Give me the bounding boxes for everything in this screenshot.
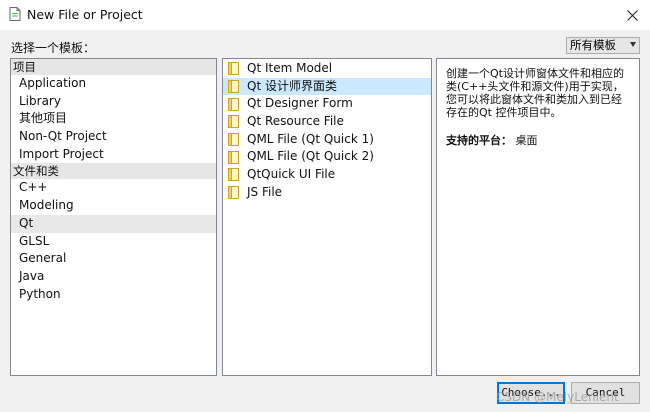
folder-icon	[228, 186, 239, 200]
template-item-label: Qt Item Model	[247, 61, 333, 75]
qt-creator-icon	[9, 7, 21, 21]
folder-icon	[228, 97, 239, 111]
category-item-other-project[interactable]: 其他项目	[11, 110, 216, 128]
category-item-application[interactable]: Application	[11, 75, 216, 93]
category-item-modeling[interactable]: Modeling	[11, 197, 216, 215]
template-item[interactable]: QML File (Qt Quick 1)	[223, 131, 431, 149]
category-item-qt[interactable]: Qt	[11, 214, 216, 233]
category-item-library[interactable]: Library	[11, 93, 216, 111]
template-item[interactable]: QtQuick UI File	[223, 166, 431, 184]
template-filter-value: 所有模板	[570, 38, 616, 52]
cancel-button[interactable]: Cancel	[571, 382, 640, 404]
chevron-down-icon	[630, 42, 636, 47]
template-item-label: QtQuick UI File	[247, 167, 336, 182]
category-list[interactable]: 项目 Application Library 其他项目 Non-Qt Proje…	[10, 58, 217, 376]
template-item-selected[interactable]: Qt 设计师界面类	[223, 77, 431, 96]
template-item-label: Qt 设计师界面类	[247, 78, 337, 93]
template-item-label: QML File (Qt Quick 1)	[247, 131, 374, 146]
close-icon[interactable]	[620, 4, 644, 26]
description-line: 您可以将此窗体文件和类加入到已经	[446, 93, 622, 106]
choose-button[interactable]: Choose...	[497, 382, 565, 404]
category-item-import-project[interactable]: Import Project	[11, 146, 216, 164]
template-item[interactable]: Qt Designer Form	[223, 95, 431, 113]
category-item-general[interactable]: General	[11, 250, 216, 268]
template-list[interactable]: Qt Item Model Qt 设计师界面类 Qt Designer Form…	[222, 58, 432, 376]
template-item[interactable]: Qt Resource File	[223, 113, 431, 131]
platform-label: 支持的平台：	[446, 134, 512, 147]
template-item-label: QML File (Qt Quick 2)	[247, 149, 374, 164]
template-item-label: Qt Resource File	[247, 114, 344, 129]
folder-icon	[228, 115, 239, 129]
template-item[interactable]: QML File (Qt Quick 2)	[223, 148, 431, 166]
folder-icon	[228, 80, 239, 94]
category-item-glsl[interactable]: GLSL	[11, 233, 216, 251]
template-item-label: JS File	[247, 184, 283, 199]
folder-icon	[228, 168, 239, 182]
category-item-cpp[interactable]: C++	[11, 179, 216, 197]
description-line: 存在的Qt 控件项目中。	[446, 106, 562, 119]
platform-value: 桌面	[515, 134, 538, 147]
template-prompt-label: 选择一个模板：	[11, 41, 96, 55]
description-line: 创建一个Qt设计师窗体文件和相应的	[446, 67, 624, 80]
template-item[interactable]: JS File	[223, 184, 431, 202]
supported-platforms: 支持的平台： 桌面	[446, 132, 538, 148]
category-item-non-qt-project[interactable]: Non-Qt Project	[11, 128, 216, 146]
template-item-label: Qt Designer Form	[247, 96, 353, 111]
description-line: 类(C++头文件和源文件)用于实现，	[446, 80, 624, 93]
category-item-python[interactable]: Python	[11, 286, 216, 304]
template-item[interactable]: Qt Item Model	[223, 60, 431, 78]
category-group-header: 文件和类	[11, 163, 216, 180]
template-filter-dropdown[interactable]: 所有模板	[566, 37, 640, 54]
window-title: New File or Project	[27, 7, 143, 22]
template-description-panel: 创建一个Qt设计师窗体文件和相应的 类(C++头文件和源文件)用于实现， 您可以…	[436, 58, 640, 376]
title-bar: New File or Project	[0, 0, 650, 30]
folder-icon	[228, 133, 239, 147]
category-item-java[interactable]: Java	[11, 268, 216, 286]
category-group-header: 项目	[11, 59, 216, 75]
folder-icon	[228, 62, 239, 76]
folder-icon	[228, 150, 239, 164]
template-description: 创建一个Qt设计师窗体文件和相应的 类(C++头文件和源文件)用于实现， 您可以…	[446, 67, 632, 119]
